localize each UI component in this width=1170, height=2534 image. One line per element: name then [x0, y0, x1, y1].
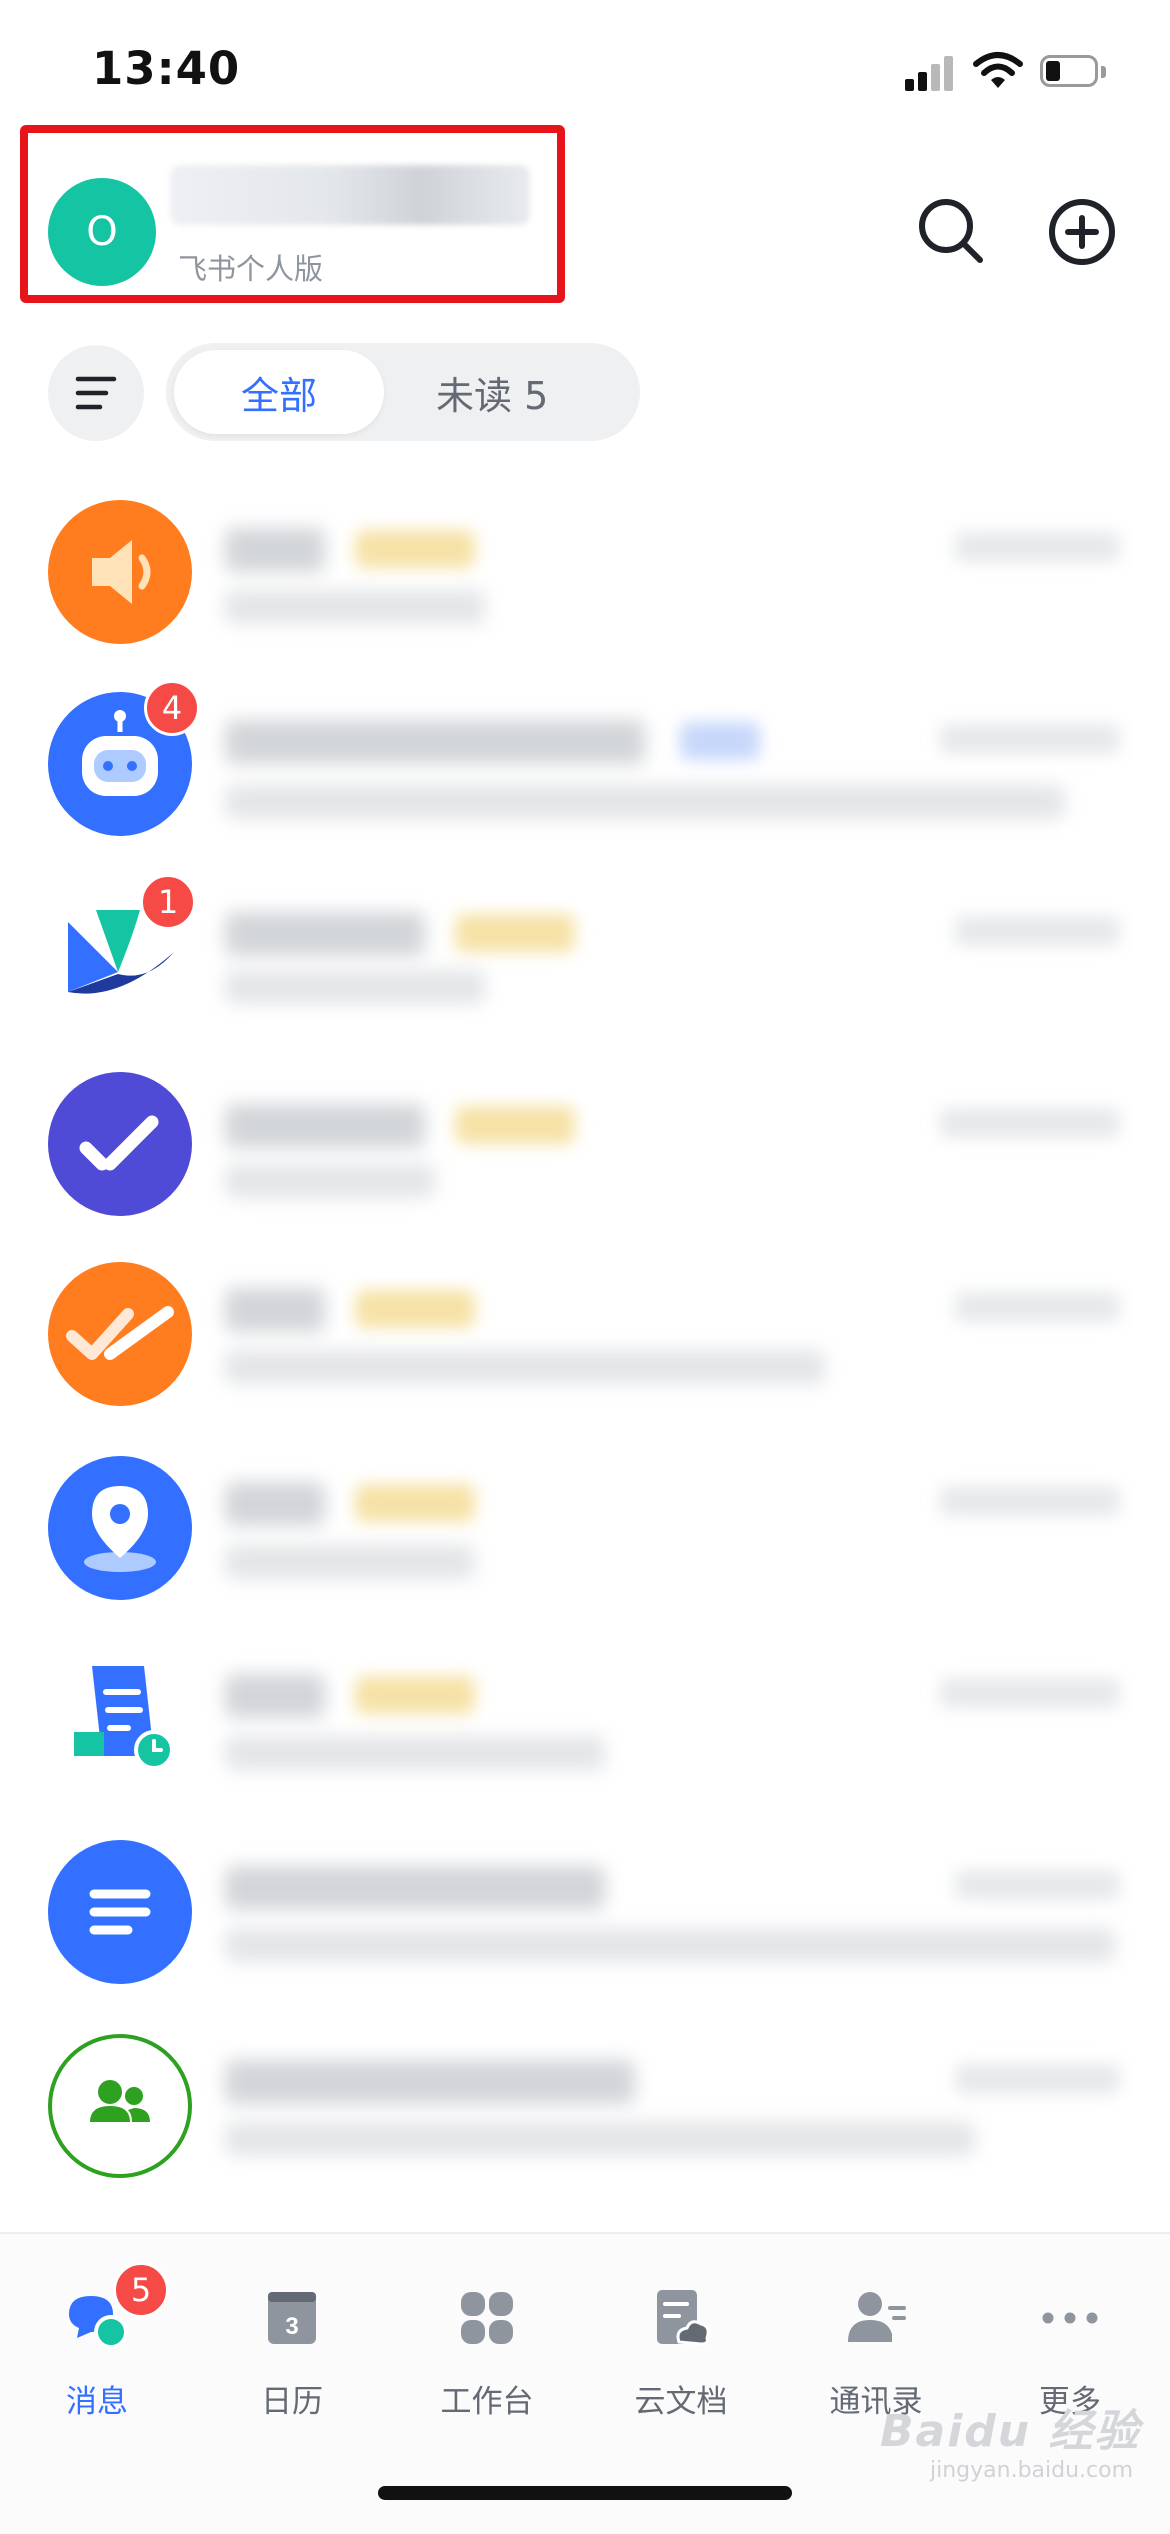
calendar-icon: 3: [268, 2292, 316, 2344]
chat-item-bot[interactable]: 4: [0, 680, 1170, 870]
tab-calendar[interactable]: 3 日历: [212, 2282, 372, 2432]
chat-item-text[interactable]: [0, 1820, 1170, 2010]
watermark-url: jingyan.baidu.com: [930, 2458, 1134, 2483]
chat-item-feishu-bird[interactable]: 1: [0, 870, 1170, 1060]
home-indicator[interactable]: [378, 2486, 792, 2500]
location-pin-icon: [48, 1456, 192, 1600]
group-users-icon: [48, 2034, 192, 2178]
message-filter-tabs: 全部 未读 5: [166, 343, 640, 441]
chat-item-announcement[interactable]: [0, 490, 1170, 680]
avatar[interactable]: O: [48, 178, 156, 286]
more-dots-icon: [1042, 2312, 1098, 2324]
battery-icon: [1040, 55, 1108, 89]
account-subtitle: 飞书个人版: [178, 252, 324, 286]
status-time: 13:40: [92, 42, 241, 95]
cloud-doc-icon: [657, 2290, 710, 2346]
tab-label: 工作台: [440, 2384, 534, 2420]
search-button[interactable]: [910, 190, 994, 274]
unread-badge: 1: [140, 874, 196, 930]
search-icon: [919, 199, 983, 263]
chat-item-approval[interactable]: [0, 1250, 1170, 1440]
tab-workplace[interactable]: 工作台: [407, 2282, 567, 2432]
document-clock-icon: [48, 1646, 192, 1790]
approval-check-icon: [48, 1262, 192, 1406]
add-button[interactable]: [1040, 190, 1124, 274]
speaker-icon: [48, 500, 192, 644]
tab-unread[interactable]: 未读 5: [436, 350, 548, 434]
status-bar: 13:40: [0, 0, 1170, 140]
tab-label: 日历: [261, 2384, 323, 2420]
cellular-signal-icon: [905, 55, 957, 91]
text-lines-icon: [48, 1840, 192, 1984]
baidu-watermark: Baidu 经验: [880, 2406, 1141, 2457]
chat-item-group[interactable]: [0, 2010, 1170, 2200]
unread-badge: 4: [144, 680, 200, 736]
wifi-icon: [973, 52, 1023, 88]
svg-text:3: 3: [285, 2313, 298, 2340]
chat-item-tasks[interactable]: [0, 1060, 1170, 1250]
apps-grid-icon: [461, 2292, 513, 2344]
tab-label: 消息: [66, 2384, 128, 2420]
tab-label: 云文档: [634, 2384, 728, 2420]
tab-messages[interactable]: 5 消息: [17, 2262, 177, 2432]
tab-docs[interactable]: 云文档: [601, 2282, 761, 2432]
messages-badge: 5: [113, 2262, 169, 2318]
filter-menu-button[interactable]: [48, 345, 144, 441]
account-name[interactable]: [170, 165, 530, 225]
contacts-icon: [848, 2292, 906, 2342]
tab-all[interactable]: 全部: [174, 350, 384, 434]
plus-circle-icon: [1049, 199, 1115, 265]
chat-item-location[interactable]: [0, 1440, 1170, 1630]
list-filter-icon: [75, 376, 117, 410]
chat-item-document[interactable]: [0, 1630, 1170, 1820]
task-check-icon: [48, 1072, 192, 1216]
